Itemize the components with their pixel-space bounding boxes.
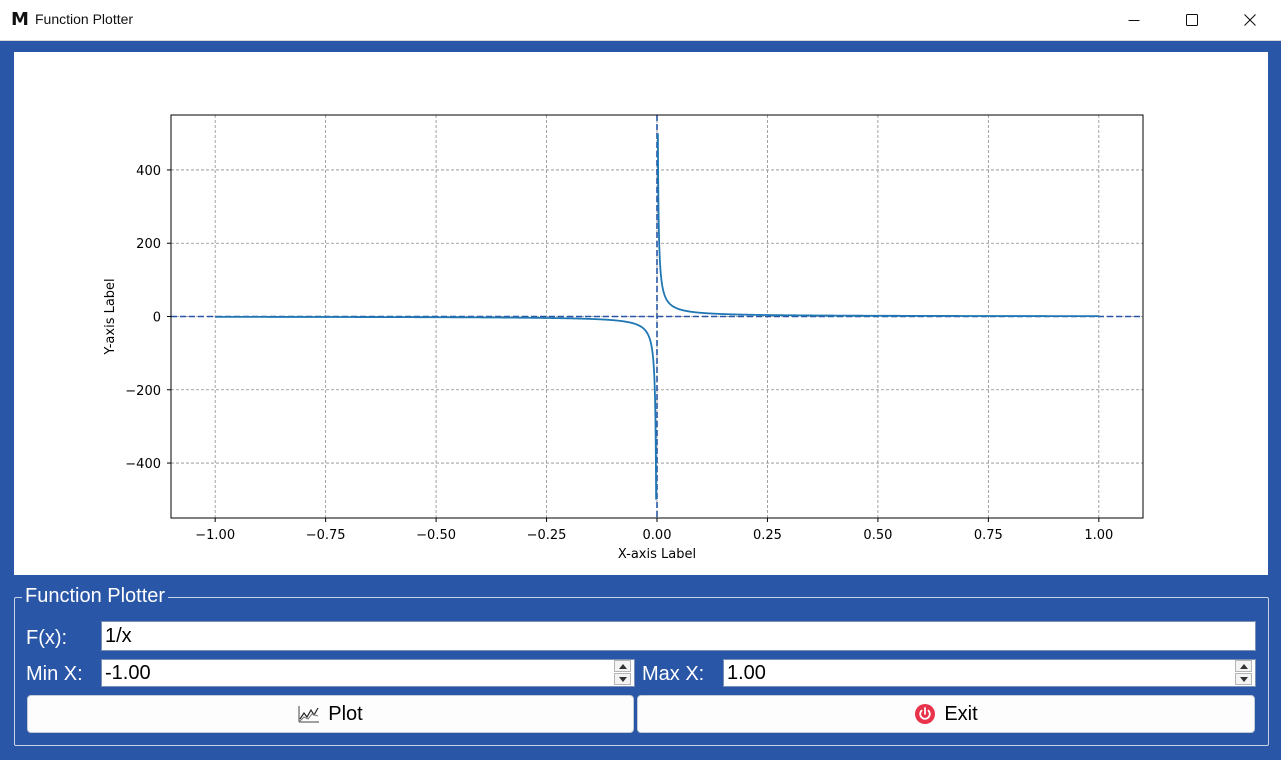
group-title: Function Plotter <box>22 585 169 608</box>
title-bar: M Function Plotter <box>0 0 1281 41</box>
minx-value: -1.00 <box>105 662 151 684</box>
maxx-down-arrow[interactable] <box>1235 673 1252 685</box>
fx-input[interactable]: 1/x <box>101 621 1256 651</box>
app-m-icon: M <box>11 9 29 30</box>
chevron-up-icon <box>1239 663 1248 669</box>
minx-up-arrow[interactable] <box>614 660 631 672</box>
minx-down-arrow[interactable] <box>614 673 631 685</box>
x-tick-label: 0.00 <box>643 528 672 543</box>
plot-button[interactable]: Plot <box>27 695 634 733</box>
x-tick-label: 0.50 <box>863 528 892 543</box>
y-tick-label: 200 <box>136 237 161 252</box>
fx-input-value: 1/x <box>105 625 132 647</box>
x-tick-label: 0.25 <box>753 528 782 543</box>
x-tick-label: −0.75 <box>306 528 346 543</box>
maxx-spinbox[interactable]: 1.00 <box>723 659 1256 687</box>
function-chart: −1.00 −0.75 −0.50 −0.25 0.00 0.25 0.50 0.75 1.00… <box>103 114 1144 562</box>
exit-button[interactable]: Exit <box>637 695 1255 733</box>
y-tick-label: −400 <box>125 457 161 472</box>
x-axis-label: X-axis Label <box>618 547 696 562</box>
x-tick-label: −0.25 <box>527 528 567 543</box>
close-icon <box>1244 14 1256 26</box>
close-button[interactable] <box>1221 0 1279 40</box>
curve-positive-branch <box>656 133 1099 318</box>
curve-negative-branch <box>215 315 658 500</box>
maxx-up-arrow[interactable] <box>1235 660 1252 672</box>
y-tick-label: −200 <box>125 384 161 399</box>
y-tick-label: 0 <box>153 311 161 326</box>
y-axis-label: Y-axis Label <box>103 278 118 355</box>
x-tick-label: −0.50 <box>416 528 456 543</box>
window-title: Function Plotter <box>35 11 134 27</box>
plot-button-label: Plot <box>328 702 363 725</box>
maximize-icon <box>1186 14 1198 26</box>
fx-label: F(x): <box>26 627 68 649</box>
chart-icon <box>298 706 320 723</box>
minx-label: Min X: <box>26 663 83 685</box>
maxx-label: Max X: <box>642 663 705 685</box>
x-tick-label: 1.00 <box>1084 528 1113 543</box>
maximize-button[interactable] <box>1163 0 1221 40</box>
minimize-button[interactable] <box>1105 0 1163 40</box>
exit-button-label: Exit <box>944 702 978 725</box>
chevron-down-icon <box>1239 676 1248 682</box>
y-tick-label: 400 <box>136 164 161 179</box>
x-tick-label: −1.00 <box>195 528 235 543</box>
chevron-up-icon <box>618 663 627 669</box>
maxx-value: 1.00 <box>727 662 766 684</box>
minimize-icon <box>1128 20 1140 21</box>
minx-spinbox[interactable]: -1.00 <box>101 659 635 687</box>
chevron-down-icon <box>618 676 627 682</box>
x-tick-label: 0.75 <box>974 528 1003 543</box>
plot-canvas[interactable]: −1.00 −0.75 −0.50 −0.25 0.00 0.25 0.50 0.75 1.00… <box>14 52 1268 575</box>
power-icon <box>915 704 936 724</box>
